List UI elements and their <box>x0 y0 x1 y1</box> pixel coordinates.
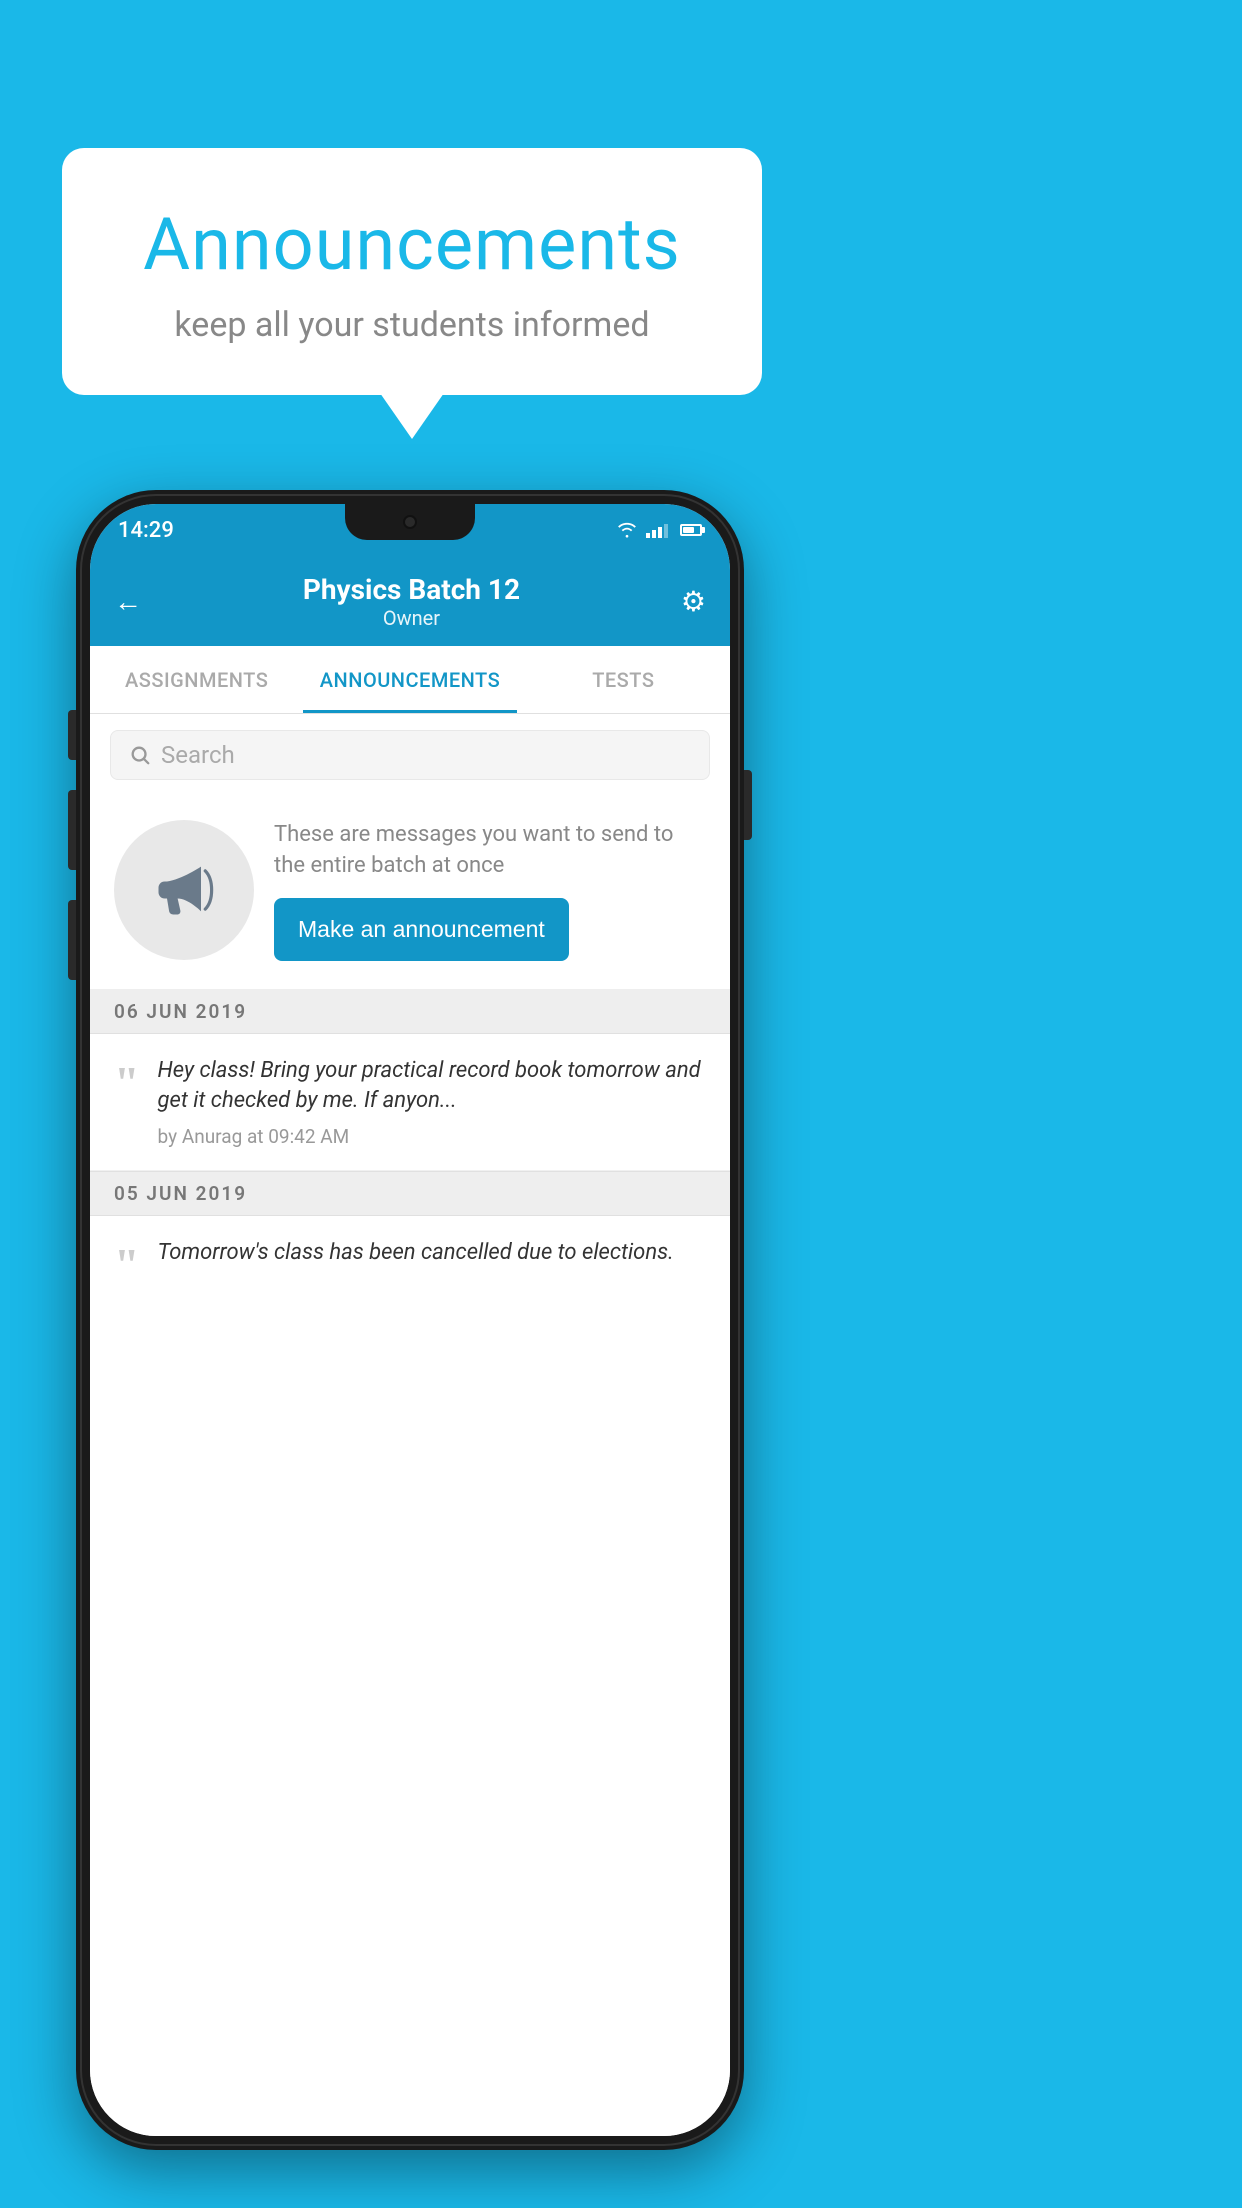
content-area: Search These are messages you wa <box>90 714 730 2136</box>
tab-announcements[interactable]: ANNOUNCEMENTS <box>303 646 516 713</box>
back-button[interactable]: ← <box>114 585 142 618</box>
app-header: ← Physics Batch 12 Owner ⚙ <box>90 556 730 646</box>
quote-mark-2: " <box>114 1242 140 1288</box>
header-title-group: Physics Batch 12 Owner <box>303 573 520 630</box>
search-placeholder: Search <box>161 741 235 769</box>
batch-title: Physics Batch 12 <box>303 573 520 606</box>
quote-mark-1: " <box>114 1060 140 1106</box>
make-announcement-button[interactable]: Make an announcement <box>274 898 569 961</box>
announce-promo-right: These are messages you want to send to t… <box>274 820 706 961</box>
settings-icon[interactable]: ⚙ <box>681 585 706 618</box>
search-bar[interactable]: Search <box>110 730 710 780</box>
side-button-left-3 <box>68 900 76 980</box>
announce-description: These are messages you want to send to t… <box>274 820 706 882</box>
megaphone-icon <box>150 856 218 924</box>
tabs-bar: ASSIGNMENTS ANNOUNCEMENTS TESTS <box>90 646 730 714</box>
page-subtitle: keep all your students informed <box>122 305 702 345</box>
front-camera <box>403 515 417 529</box>
announcement-content-2: Tomorrow's class has been cancelled due … <box>158 1238 706 1277</box>
date-divider-2: 05 JUN 2019 <box>90 1171 730 1216</box>
phone-notch <box>345 504 475 540</box>
tab-tests[interactable]: TESTS <box>517 646 730 713</box>
signal-icon <box>646 522 668 538</box>
speech-bubble: Announcements keep all your students inf… <box>62 148 762 395</box>
announce-promo: These are messages you want to send to t… <box>90 796 730 990</box>
date-divider-1: 06 JUN 2019 <box>90 990 730 1034</box>
status-icons <box>616 522 702 538</box>
announcement-meta-1: by Anurag at 09:42 AM <box>158 1125 706 1148</box>
announcement-item-1[interactable]: " Hey class! Bring your practical record… <box>90 1034 730 1172</box>
phone-body: 14:29 <box>76 490 744 2150</box>
phone-screen: 14:29 <box>90 504 730 2136</box>
search-icon <box>129 744 151 766</box>
search-container: Search <box>90 714 730 796</box>
tab-assignments[interactable]: ASSIGNMENTS <box>90 646 303 713</box>
battery-icon <box>680 524 702 536</box>
side-button-right <box>744 770 752 840</box>
side-button-left-1 <box>68 710 76 760</box>
side-button-left-2 <box>68 790 76 870</box>
announcement-icon-circle <box>114 820 254 960</box>
phone: 14:29 <box>76 490 744 2150</box>
page-title: Announcements <box>122 202 702 287</box>
wifi-icon <box>616 522 638 538</box>
speech-bubble-wrapper: Announcements keep all your students inf… <box>62 148 762 395</box>
announcement-text-2: Tomorrow's class has been cancelled due … <box>158 1238 706 1269</box>
status-time: 14:29 <box>118 518 174 543</box>
owner-label: Owner <box>303 606 520 630</box>
announcement-content-1: Hey class! Bring your practical record b… <box>158 1056 706 1149</box>
announcement-text-1: Hey class! Bring your practical record b… <box>158 1056 706 1118</box>
announcement-item-2[interactable]: " Tomorrow's class has been cancelled du… <box>90 1216 730 1298</box>
